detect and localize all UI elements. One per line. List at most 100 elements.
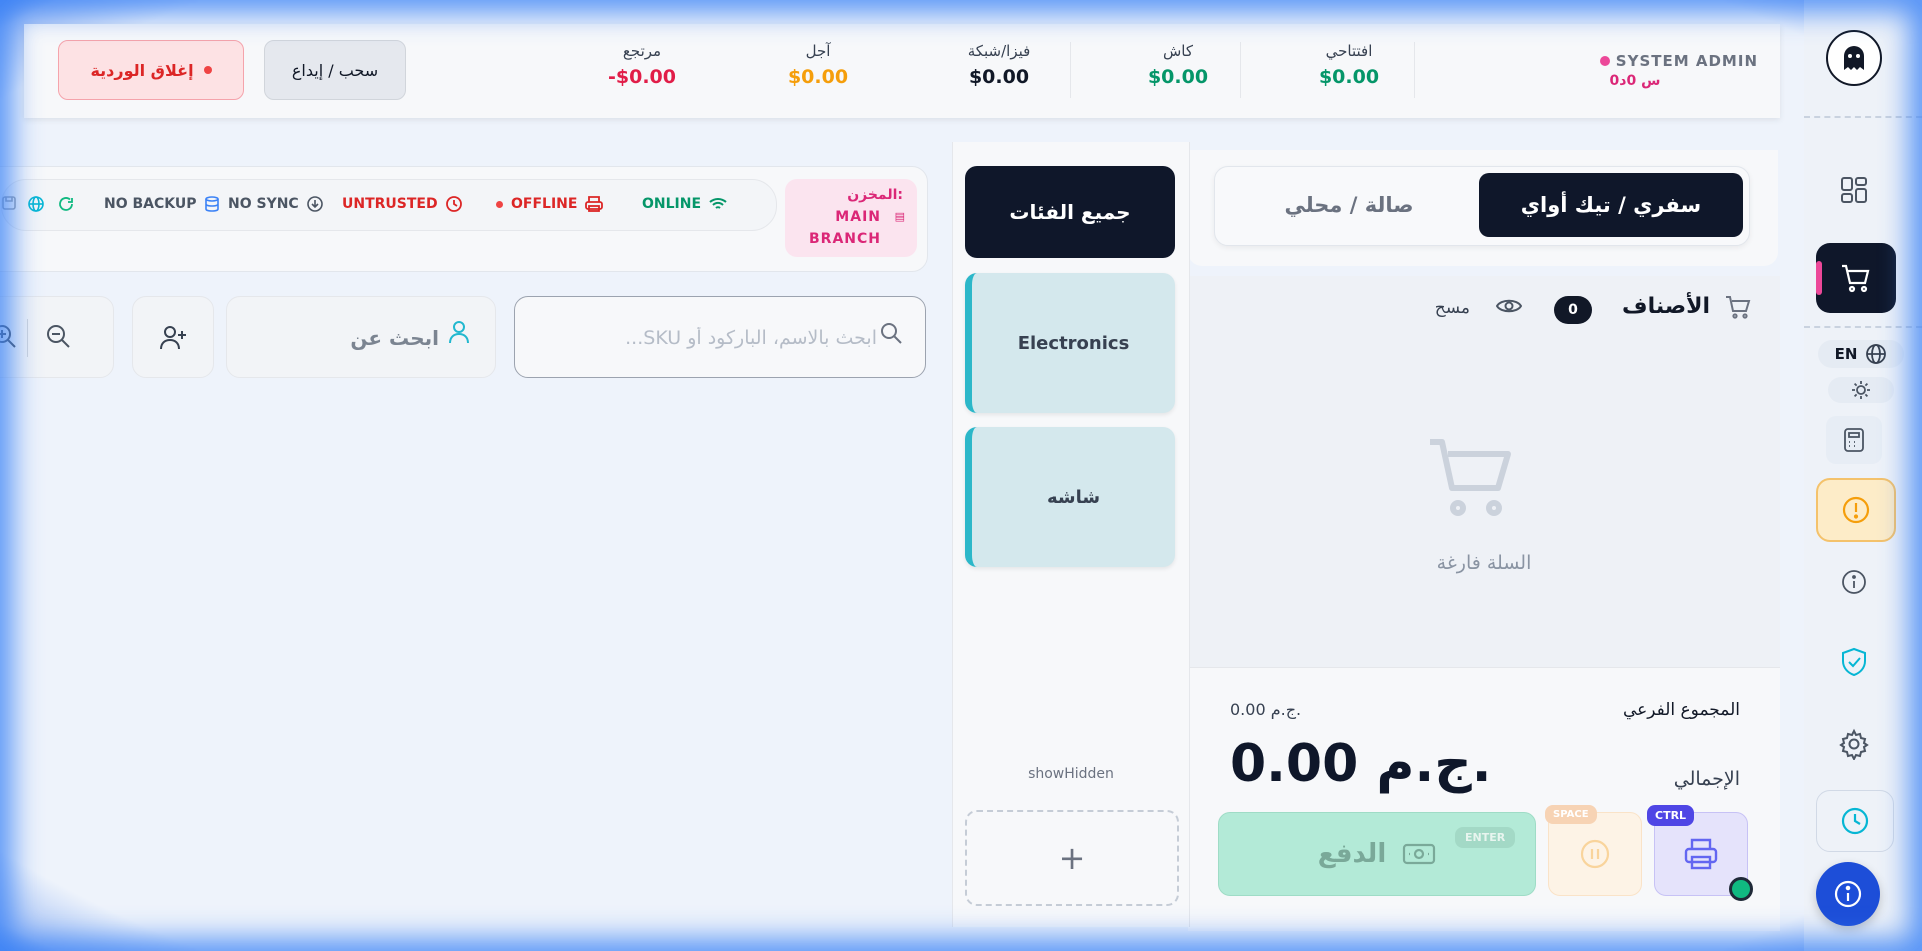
add-category-button[interactable]: + [965, 810, 1179, 906]
alert-dot [203, 66, 212, 74]
shortcut-enter: ENTER [1455, 827, 1516, 848]
hold-order-button[interactable]: SPACE [1545, 805, 1642, 896]
language-toggle[interactable]: EN [1818, 340, 1904, 368]
categories-panel: جميع الفئات Electronics شاشه showHidden … [952, 142, 1190, 927]
zoom-out-icon[interactable] [45, 323, 71, 349]
search-icon [879, 321, 903, 345]
rail-divider [1804, 326, 1922, 328]
online-label: ONLINE [642, 196, 702, 212]
theme-toggle[interactable] [1828, 377, 1894, 403]
category-item[interactable]: شاشه [965, 427, 1175, 567]
info-icon [1834, 880, 1862, 908]
offline-dot [496, 200, 503, 208]
shift-summary-bar: SYSTEM ADMIN 0س 0د افتتاحي $0.00 كاش $0.… [24, 24, 1780, 118]
system-status-bar: المخزن: ▤ MAIN BRANCH ONLINE OFFLINE UNT… [0, 166, 928, 272]
stat-card: فيزا/شبكة $0.00 [934, 42, 1064, 88]
subtotal-label: المجموع الفرعي [1622, 700, 1740, 720]
stat-credit: آجل $0.00 [753, 42, 883, 88]
show-hidden-toggle[interactable]: showHidden [953, 766, 1189, 782]
untrusted-label: UNTRUSTED [342, 196, 438, 212]
pos-button[interactable] [1816, 243, 1896, 313]
info-button[interactable] [1824, 552, 1884, 612]
ghost-icon [1844, 46, 1864, 70]
profile-avatar[interactable] [1826, 30, 1882, 86]
backup-status: NO BACKUP [104, 196, 219, 212]
sun-icon [1852, 381, 1870, 399]
database-icon: ▤ [894, 210, 905, 223]
download-circle-icon [306, 196, 323, 212]
add-customer-button[interactable] [132, 296, 214, 378]
backup-label: NO BACKUP [104, 196, 197, 212]
calculator-button[interactable] [1826, 416, 1882, 464]
database-icon [204, 196, 219, 212]
user-name-row: SYSTEM ADMIN [1594, 52, 1758, 70]
stat-opening: افتتاحي $0.00 [1284, 42, 1414, 88]
category-item[interactable]: Electronics [965, 273, 1175, 413]
product-search-box[interactable] [514, 296, 926, 378]
stat-label: فيزا/شبكة [967, 42, 1031, 60]
cart-items-area: السلة فارغة [1188, 342, 1780, 667]
pay-label: الدفع [1317, 839, 1387, 869]
save-button[interactable] [2, 196, 16, 210]
globe-icon [1866, 344, 1887, 364]
print-receipt-button[interactable]: CTRL [1647, 805, 1753, 901]
online-status: ONLINE [642, 196, 727, 212]
shift-clock-button[interactable] [1816, 790, 1894, 852]
sync-status: NO SYNC [228, 196, 323, 212]
dashboard-button[interactable] [1824, 160, 1884, 220]
clear-cart-button[interactable]: مسح [1435, 298, 1470, 318]
online-dot [1599, 56, 1610, 66]
all-categories-button[interactable]: جميع الفئات [965, 166, 1175, 258]
stat-label: افتتاحي [1325, 42, 1373, 60]
printer-icon [1684, 838, 1718, 870]
clock-icon [445, 196, 462, 212]
printer-status-dot [1729, 877, 1753, 901]
divider [1414, 42, 1415, 98]
user-info: SYSTEM ADMIN 0س 0د [1594, 52, 1758, 89]
empty-cart-icon [1424, 432, 1520, 522]
side-rail: EN [1804, 0, 1922, 951]
info-icon [1842, 570, 1866, 594]
total-label: الإجمالي [1673, 768, 1740, 790]
zoom-in-icon[interactable] [0, 323, 17, 349]
branch-label: المخزن: [847, 187, 903, 203]
stat-value: $0.00 [1318, 66, 1380, 88]
rail-divider [1804, 116, 1922, 118]
globe-icon [28, 196, 44, 212]
settings-button[interactable] [1824, 714, 1884, 774]
sync-label: NO SYNC [228, 196, 299, 212]
dine-in-tab[interactable]: صالة / محلي [1221, 173, 1477, 237]
cart-icon [1842, 264, 1870, 293]
refresh-button[interactable] [58, 196, 74, 212]
user-icon [447, 319, 471, 345]
close-shift-button[interactable]: إغلاق الوردية [58, 40, 244, 100]
cash-in-out-button[interactable]: سحب / إيداع [264, 40, 406, 100]
shortcut-space: SPACE [1545, 805, 1597, 824]
stat-label: كاش [1162, 42, 1194, 60]
divider [1240, 42, 1241, 98]
clock-icon [1841, 807, 1869, 835]
order-type-section: سفري / تيك أواي صالة / محلي [1188, 150, 1778, 266]
branch-badge[interactable]: المخزن: ▤ MAIN BRANCH [785, 179, 917, 257]
session-time: 0س 0د [1609, 73, 1661, 89]
eye-icon[interactable] [1496, 296, 1522, 316]
subtotal-value: 0.00 ج.م. [1230, 700, 1302, 719]
alerts-button[interactable] [1816, 478, 1896, 542]
alert-circle-icon [1842, 496, 1870, 524]
refresh-icon [59, 197, 73, 211]
customer-search-input[interactable] [247, 319, 441, 357]
wifi-icon [709, 198, 727, 209]
web-button[interactable] [28, 196, 44, 212]
product-search-input[interactable] [575, 319, 879, 357]
branch-name-line1: MAIN [835, 209, 881, 225]
takeaway-tab[interactable]: سفري / تيك أواي [1479, 173, 1743, 237]
cart-count-badge: 0 [1554, 296, 1592, 324]
offline-label: OFFLINE [511, 196, 578, 212]
pay-button[interactable]: الدفع ENTER [1218, 812, 1536, 896]
customer-search-box[interactable] [226, 296, 496, 378]
cash-icon [1403, 843, 1436, 865]
stat-label: مرتجع [622, 42, 662, 60]
help-fab-button[interactable] [1816, 862, 1880, 926]
security-button[interactable] [1824, 632, 1884, 692]
cart-header: الأصناف 0 مسح [1188, 276, 1780, 342]
